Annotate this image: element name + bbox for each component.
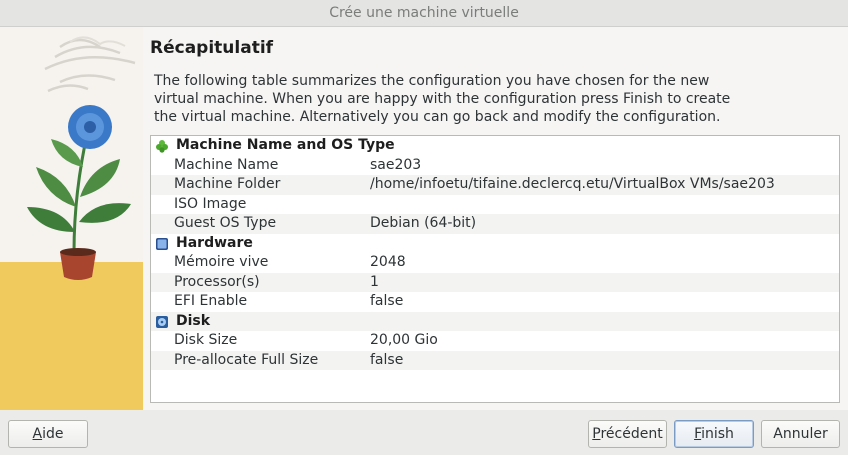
section-title: Machine Name and OS Type bbox=[176, 137, 395, 153]
help-button[interactable]: Aide bbox=[8, 420, 88, 448]
table-row[interactable]: Machine Folder/home/infoetu/tifaine.decl… bbox=[151, 175, 839, 195]
table-row[interactable]: Machine Name sae203 bbox=[151, 156, 839, 176]
page-title: Récapitulatif bbox=[150, 38, 274, 58]
hard-disk-icon bbox=[156, 315, 168, 328]
row-value: 2048 bbox=[370, 254, 406, 270]
table-row[interactable]: Disk Size 20,00 Gio bbox=[151, 331, 839, 351]
help-mnemonic: A bbox=[32, 426, 43, 442]
row-value: Debian (64-bit) bbox=[370, 215, 477, 231]
table-row[interactable]: Pre-allocate Full Size false bbox=[151, 350, 839, 370]
puzzle-icon bbox=[156, 140, 168, 153]
cancel-button[interactable]: Annuler bbox=[761, 420, 840, 448]
row-value: 1 bbox=[370, 273, 379, 290]
row-key: Mémoire vive bbox=[174, 254, 269, 270]
table-row[interactable]: Mémoire vive 2048 bbox=[151, 253, 839, 273]
table-row[interactable]: EFI Enable false bbox=[151, 292, 839, 312]
row-key: Disk Size bbox=[174, 332, 238, 348]
chip-icon bbox=[156, 237, 168, 250]
row-key: Guest OS Type bbox=[174, 215, 277, 231]
back-button[interactable]: Précédent bbox=[588, 420, 667, 448]
section-title: Disk bbox=[176, 312, 211, 329]
row-key: Processor(s) bbox=[174, 273, 260, 290]
help-label: ide bbox=[42, 426, 64, 442]
section-header-disk[interactable]: Disk bbox=[151, 311, 839, 331]
row-key: ISO Image bbox=[174, 195, 247, 212]
row-key: Machine Folder bbox=[174, 176, 281, 192]
cancel-label: Annuler bbox=[773, 426, 828, 442]
button-bar: Aide Précédent Finish Annuler bbox=[0, 410, 848, 455]
back-label: récédent bbox=[600, 426, 663, 442]
section-header-machine[interactable]: Machine Name and OS Type bbox=[151, 136, 839, 156]
finish-label: inish bbox=[701, 426, 734, 442]
wizard-page: Récapitulatif The following table summar… bbox=[143, 27, 848, 410]
wizard-watermark-illustration bbox=[0, 27, 144, 410]
table-row[interactable]: Guest OS Type Debian (64-bit) bbox=[151, 214, 839, 234]
window-titlebar[interactable]: Crée une machine virtuelle bbox=[0, 0, 848, 27]
plant-illustration bbox=[0, 27, 143, 410]
row-value: false bbox=[370, 293, 404, 309]
row-value: 20,00 Gio bbox=[370, 332, 438, 348]
table-row[interactable]: Processor(s) 1 bbox=[151, 272, 839, 292]
row-key: EFI Enable bbox=[174, 293, 248, 309]
row-value: sae203 bbox=[370, 156, 422, 173]
section-header-hardware[interactable]: Hardware bbox=[151, 234, 839, 254]
table-row[interactable]: ISO Image bbox=[151, 195, 839, 215]
page-description: The following table summarizes the confi… bbox=[154, 73, 731, 125]
window-title: Crée une machine virtuelle bbox=[329, 5, 519, 21]
row-value: /home/infoetu/tifaine.declercq.etu/Virtu… bbox=[370, 176, 775, 192]
summary-table[interactable]: Machine Name and OS Type Machine Name sae… bbox=[150, 135, 840, 403]
section-title: Hardware bbox=[176, 234, 253, 251]
row-key: Machine Name bbox=[174, 156, 279, 173]
finish-button[interactable]: Finish bbox=[674, 420, 754, 448]
row-key: Pre-allocate Full Size bbox=[174, 351, 319, 368]
row-value: false bbox=[370, 351, 404, 368]
